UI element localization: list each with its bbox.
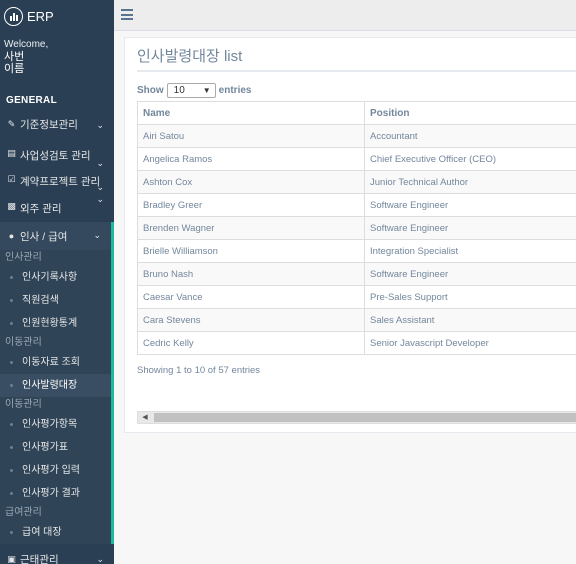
cell-name: Bruno Nash (137, 262, 365, 286)
table-row[interactable]: Bradley Greer Software Engineer (137, 193, 576, 217)
table-row[interactable]: Bruno Nash Software Engineer (137, 262, 576, 286)
submenu-item-headcount-stats[interactable]: 인원현황통계 (0, 312, 111, 335)
submenu-item-eval-input[interactable]: 인사평가 입력 (0, 459, 111, 482)
menu-section-title: GENERAL (6, 95, 57, 106)
cell-position: Sales Assistant (364, 308, 576, 332)
cell-position: Software Engineer (364, 216, 576, 240)
cell-name: Ashton Cox (137, 170, 365, 194)
submenu-heading: 급여관리 (5, 507, 42, 518)
cell-name: Airi Satou (137, 124, 365, 148)
menu-label: 기준정보관리 (20, 118, 78, 131)
user-id: 사번 (4, 51, 25, 63)
table-row[interactable]: Brielle Williamson Integration Specialist (137, 239, 576, 263)
menu-contract-project[interactable]: ☑ 계약프로젝트 관리 ⌄ (0, 172, 114, 194)
cell-position: Accountant (364, 124, 576, 148)
horizontal-scrollbar[interactable]: ◀ (137, 411, 576, 424)
appointment-table: Name Position Airi Satou Accountant Angel… (137, 101, 576, 355)
side-menu: ✎ 기준정보관리 ⌄ ▤ 사업성검토 관리 ⌄ ☑ 계약프로젝트 관리 ⌄ ▩ … (0, 112, 114, 564)
brand[interactable]: ERP (0, 0, 114, 33)
cell-name: Angelica Ramos (137, 147, 365, 171)
calendar-icon: ▣ (7, 553, 16, 564)
cell-name: Cedric Kelly (137, 331, 365, 355)
menu-label: 인사 / 급여 (20, 230, 68, 243)
chevron-down-icon: ⌄ (96, 158, 104, 168)
table-row[interactable]: Brenden Wagner Software Engineer (137, 216, 576, 240)
submenu-item-eval-items[interactable]: 인사평가항목 (0, 413, 111, 436)
table-row[interactable]: Cedric Kelly Senior Javascript Developer (137, 331, 576, 355)
menu-label: 계약프로젝트 관리 (20, 176, 101, 188)
menu-outsourcing[interactable]: ▩ 외주 관리 ⌄ (0, 194, 114, 220)
entries-select-value: 10 (173, 85, 185, 96)
cell-name: Bradley Greer (137, 193, 365, 217)
welcome-greeting: Welcome, (4, 39, 49, 50)
sidebar: ERP Welcome, 사번 이름 GENERAL ✎ 기준정보관리 ⌄ ▤ … (0, 0, 114, 564)
menu-attendance[interactable]: ▣ 근태관리 ⌄ (0, 548, 114, 564)
chevron-down-icon: ⌄ (96, 194, 104, 204)
submenu-item-personnel-record[interactable]: 인사기록사항 (0, 266, 111, 289)
cell-position: Chief Executive Officer (CEO) (364, 147, 576, 171)
cell-position: Software Engineer (364, 262, 576, 286)
length-prefix: Show (137, 85, 164, 96)
scrollbar-thumb[interactable] (154, 413, 576, 422)
chevron-down-icon: ⌄ (96, 182, 104, 192)
submenu-heading: 이동관리 (5, 337, 42, 348)
top-nav (114, 0, 576, 31)
cell-position: Senior Javascript Developer (364, 331, 576, 355)
submenu-heading: 인사관리 (5, 252, 42, 263)
menu-basic-info[interactable]: ✎ 기준정보관리 ⌄ (0, 112, 114, 136)
caret-down-icon: ▼ (202, 86, 211, 95)
edit-icon: ✎ (7, 118, 16, 129)
scroll-left-icon[interactable]: ◀ (138, 412, 152, 423)
chevron-down-icon: ⌄ (96, 120, 104, 130)
menu-label: 외주 관리 (20, 203, 62, 215)
table-info: Showing 1 to 10 of 57 entries (137, 365, 261, 376)
cell-name: Brenden Wagner (137, 216, 365, 240)
cell-position: Pre-Sales Support (364, 285, 576, 309)
content-panel: 인사발령대장 list Show 10 ▼ entries Name Posit… (124, 37, 576, 433)
menu-toggle-icon[interactable] (121, 9, 133, 20)
chevron-down-icon: ⌄ (93, 230, 101, 240)
submenu-item-transfer-lookup[interactable]: 이동자료 조회 (0, 351, 111, 374)
entries-select[interactable]: 10 ▼ (166, 83, 216, 98)
table-row[interactable]: Ashton Cox Junior Technical Author (137, 170, 576, 194)
cell-position: Software Engineer (364, 193, 576, 217)
title-divider (137, 70, 576, 72)
page-title: 인사발령대장 list (137, 48, 243, 65)
check-square-icon: ☑ (7, 174, 16, 184)
length-suffix: entries (218, 85, 252, 96)
briefcase-icon: ▤ (7, 148, 16, 158)
user-icon: ● (8, 231, 15, 241)
table-row[interactable]: Cara Stevens Sales Assistant (137, 308, 576, 332)
submenu-item-payroll-ledger[interactable]: 급여 대장 (0, 521, 111, 544)
money-icon: ▩ (7, 201, 16, 211)
submenu-item-employee-search[interactable]: 직원검색 (0, 289, 111, 312)
hr-submenu: 인사관리 인사기록사항 직원검색 인원현황통계 이동관리 이동자료 조회 인사발… (0, 250, 114, 544)
table-row[interactable]: Caesar Vance Pre-Sales Support (137, 285, 576, 309)
chevron-down-icon: ⌄ (96, 554, 104, 564)
entries-length-control: Show 10 ▼ entries (137, 83, 251, 98)
menu-hr-payroll[interactable]: ● 인사 / 급여 ⌄ (0, 222, 114, 250)
submenu-item-appointment-ledger[interactable]: 인사발령대장 (0, 374, 111, 397)
table-row[interactable]: Angelica Ramos Chief Executive Officer (C… (137, 147, 576, 171)
cell-name: Caesar Vance (137, 285, 365, 309)
bar-chart-icon (4, 7, 23, 26)
brand-name: ERP (27, 9, 54, 24)
welcome-block: Welcome, 사번 이름 (0, 33, 114, 75)
submenu-item-eval-result[interactable]: 인사평가 결과 (0, 482, 111, 505)
cell-name: Cara Stevens (137, 308, 365, 332)
cell-name: Brielle Williamson (137, 239, 365, 263)
user-name: 이름 (4, 63, 25, 75)
table-row[interactable]: Airi Satou Accountant (137, 124, 576, 148)
submenu-item-eval-sheet[interactable]: 인사평가표 (0, 436, 111, 459)
menu-label: 근태관리 (20, 553, 59, 564)
menu-feasibility[interactable]: ▤ 사업성검토 관리 ⌄ (0, 136, 114, 172)
column-header-position[interactable]: Position (364, 101, 576, 125)
column-header-name[interactable]: Name (137, 101, 365, 125)
cell-position: Junior Technical Author (364, 170, 576, 194)
menu-label: 사업성검토 관리 (20, 150, 91, 162)
cell-position: Integration Specialist (364, 239, 576, 263)
submenu-heading: 이동관리 (5, 399, 42, 410)
